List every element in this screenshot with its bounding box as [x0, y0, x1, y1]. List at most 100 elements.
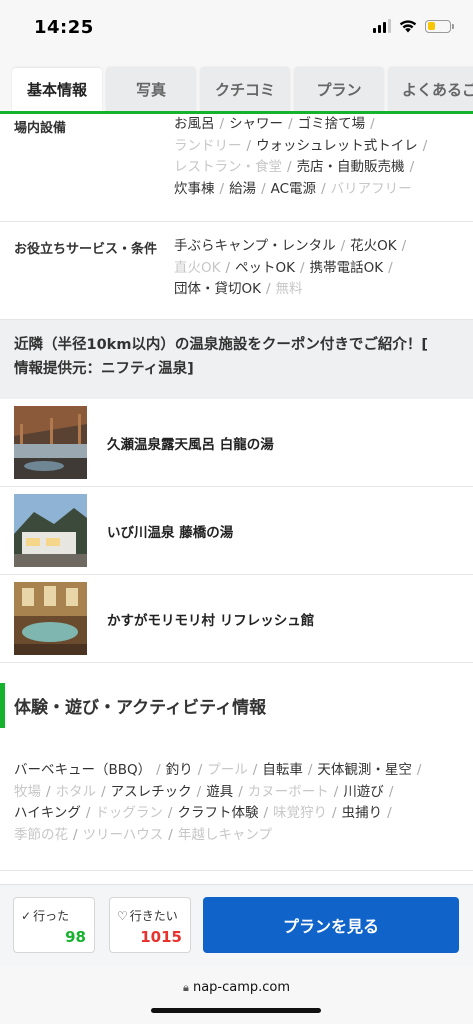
tag-item: 釣り	[165, 762, 193, 778]
wifi-icon	[399, 20, 417, 33]
facilities-tags: お風呂 / シャワー / ゴミ捨て場 / ランドリー / ウォッシュレット式トイレ / レストラン・…	[174, 114, 464, 200]
tag-item: ウォッシュレット式トイレ	[256, 137, 418, 154]
tag-separator: /	[370, 116, 375, 132]
onsen-photo-morimori	[14, 582, 87, 655]
url-text: nap-camp.com	[192, 980, 291, 995]
tag-line: 団体・貸切OK / 無料	[174, 279, 464, 301]
tag-item: ツリーハウス	[82, 826, 164, 843]
services-label: お役立ちサービス・条件	[14, 242, 158, 257]
tag-separator: /	[265, 281, 271, 297]
onsen-item[interactable]: 久瀬温泉露天風呂 白龍の湯	[0, 399, 473, 487]
tab-2[interactable]: クチコミ	[200, 68, 290, 111]
tab-4[interactable]: よくあるご	[388, 68, 473, 111]
status-bar: 14:25	[0, 0, 473, 56]
tag-separator: /	[300, 259, 305, 276]
tag-item: ホタル	[55, 783, 97, 800]
tag-separator: /	[333, 783, 339, 800]
home-indicator[interactable]	[151, 1008, 321, 1013]
onsen-item[interactable]: かすがモリモリ村 リフレッシュ館	[0, 575, 473, 663]
browser-url-bar[interactable]: 🔒︎ nap-camp.com	[0, 966, 473, 1024]
tag-item: 炊事棟	[174, 180, 215, 197]
tag-item: 携帯電話OK	[309, 259, 384, 276]
tag-item: 自転車	[262, 762, 303, 778]
tag-item: ドッグラン	[95, 805, 163, 821]
services-tags: 手ぶらキャンプ・レンタル / 花火OK / 直火OK / ペットOK / 携帯電話OK / 団体・貸…	[174, 236, 464, 301]
tag-item: 無料	[275, 281, 303, 297]
went-button[interactable]: ✓ 行った 98	[13, 897, 95, 953]
tag-item: プール	[207, 762, 248, 778]
tab-3[interactable]: プラン	[294, 68, 384, 111]
tag-separator: /	[263, 805, 269, 821]
want-button[interactable]: ♡ 行きたい 1015	[109, 897, 191, 953]
tag-separator: /	[416, 762, 422, 778]
tag-item: 牧場	[14, 783, 41, 800]
tag-line: 手ぶらキャンプ・レンタル / 花火OK /	[174, 236, 464, 258]
onsen-photo-fujihashi	[14, 494, 87, 567]
tag-item: 遊具	[206, 783, 234, 800]
tag-line: ランドリー / ウォッシュレット式トイレ /	[174, 136, 464, 158]
tag-separator: /	[85, 805, 91, 821]
tag-item: 団体・貸切OK	[174, 281, 261, 297]
tag-separator: /	[168, 826, 173, 843]
onsen-section-header: 近隣（半径10km以内）の温泉施設をクーポン付きでご紹介！[ 情報提供元：ニフテ…	[0, 320, 473, 399]
tag-separator: /	[156, 762, 161, 778]
activities-section-title: 体験・遊び・アクティビティ情報	[0, 683, 473, 728]
tag-item: ゴミ捨て場	[297, 116, 366, 132]
tag-item: 直火OK	[174, 259, 221, 276]
tag-separator: /	[197, 762, 203, 778]
tag-item: バリアフリー	[330, 180, 412, 197]
tag-line: 炊事棟 / 給湯 / AC電源 / バリアフリー	[174, 179, 464, 201]
battery-icon	[425, 19, 454, 33]
tag-item: 花火OK	[350, 238, 397, 254]
view-plans-button[interactable]: プランを見る	[203, 897, 459, 953]
tab-0[interactable]: 基本情報	[12, 68, 102, 111]
tag-separator: /	[287, 159, 292, 175]
tag-item: ペットOK	[235, 259, 296, 276]
tag-item: アスレチック	[110, 783, 192, 800]
tag-separator: /	[340, 238, 346, 254]
bottom-action-bar: ✓ 行った 98 ♡ 行きたい 1015 プランを見る	[0, 884, 473, 966]
main-content: 場内設備 お風呂 / シャワー / ゴミ捨て場 / ランドリー / ウォッシュレット式トイレ / レ…	[0, 114, 473, 871]
tag-separator: /	[387, 805, 392, 821]
tag-line: バーベキュー（BBQ） / 釣り / プール / 自転車 / 天体観測・星空 /	[14, 760, 464, 782]
went-count: 98	[65, 928, 86, 946]
services-row: お役立ちサービス・条件 手ぶらキャンプ・レンタル / 花火OK / 直火OK / ペットOK…	[0, 222, 473, 320]
tag-item: レストラン・食堂	[174, 159, 282, 175]
tag-separator: /	[288, 116, 293, 132]
facilities-row: 場内設備 お風呂 / シャワー / ゴミ捨て場 / ランドリー / ウォッシュレット式トイレ / レ…	[0, 114, 473, 222]
tag-separator: /	[321, 180, 326, 197]
lock-icon: 🔒︎	[182, 981, 189, 994]
tag-separator: /	[422, 137, 428, 154]
tag-item: 売店・自動販売機	[296, 159, 405, 175]
onsen-name: 久瀬温泉露天風呂 白龍の湯	[107, 436, 274, 453]
onsen-photo-hakuryu	[14, 406, 87, 479]
tag-line: 直火OK / ペットOK / 携帯電話OK /	[174, 258, 464, 280]
tag-item: 天体観測・星空	[317, 762, 412, 778]
onsen-list: 久瀬温泉露天風呂 白龍の湯 いび川温泉 藤橋の湯 かすがモリモリ村 リフレッシュ…	[0, 399, 473, 663]
tag-separator: /	[261, 180, 266, 197]
tag-item: 手ぶらキャンプ・レンタル	[174, 238, 336, 254]
tag-item: 味覚狩り	[273, 805, 328, 821]
tag-line: お風呂 / シャワー / ゴミ捨て場 /	[174, 114, 464, 136]
tag-item: お風呂	[174, 116, 215, 132]
onsen-header-line2: 情報提供元：ニフティ温泉]	[14, 361, 194, 377]
tag-item: 季節の花	[14, 826, 68, 843]
tab-1[interactable]: 写真	[106, 68, 196, 111]
tag-separator: /	[307, 762, 313, 778]
tag-separator: /	[252, 762, 258, 778]
onsen-item[interactable]: いび川温泉 藤橋の湯	[0, 487, 473, 575]
tag-separator: /	[46, 783, 51, 800]
tag-separator: /	[409, 159, 415, 175]
divider	[0, 870, 473, 871]
tag-item: クラフト体験	[177, 805, 259, 821]
tag-item: 給湯	[229, 180, 257, 197]
tag-separator: /	[401, 238, 407, 254]
went-label: 行った	[33, 909, 70, 923]
tag-separator: /	[332, 805, 337, 821]
tag-item: ハイキング	[14, 805, 81, 821]
onsen-name: いび川温泉 藤橋の湯	[107, 524, 234, 541]
want-label: 行きたい	[129, 909, 178, 923]
tag-separator: /	[219, 116, 225, 132]
tag-separator: /	[388, 783, 394, 800]
tag-separator: /	[388, 259, 393, 276]
